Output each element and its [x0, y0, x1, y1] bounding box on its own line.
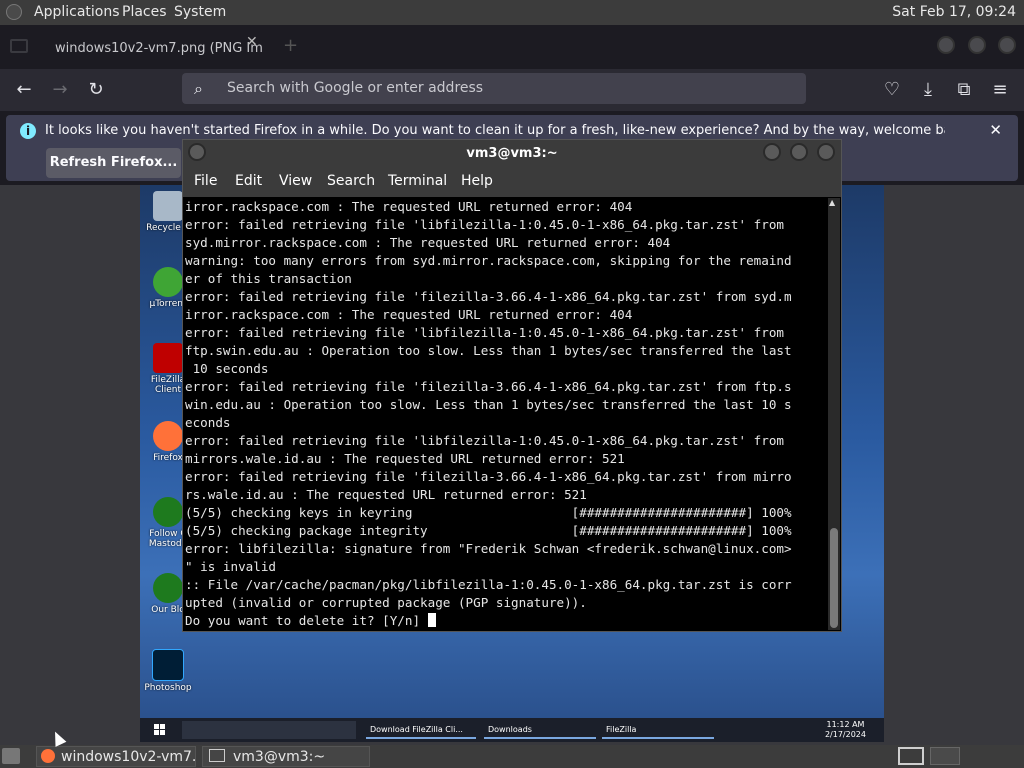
workspace-2[interactable] — [930, 747, 960, 765]
tab-image[interactable]: windows10v2-vm7.png (PNG Im — [45, 35, 263, 63]
terminal-line: " is invalid — [185, 559, 276, 574]
close-window-button[interactable] — [998, 36, 1016, 54]
windows-taskbar: Download FileZilla Cli... Downloads File… — [140, 718, 884, 742]
menu-view[interactable]: View — [279, 173, 312, 189]
app-menu-icon[interactable]: ≡ — [989, 79, 1011, 100]
terminal-line: error: failed retrieving file 'libfilezi… — [185, 325, 784, 340]
recycle-bin-icon — [153, 191, 183, 221]
windows-clock[interactable]: 11:12 AM 2/17/2024 — [825, 720, 866, 740]
terminal-line: upted (invalid or corrupted package (PGP… — [185, 595, 587, 610]
notification-close-icon[interactable]: ✕ — [989, 121, 1002, 139]
firefox-icon — [41, 749, 55, 763]
maximize-window-button[interactable] — [968, 36, 986, 54]
firefox-tabbar: windows10v2-vm7.png (PNG Im ✕ + — [0, 25, 1024, 69]
terminal-line: irror.rackspace.com : The requested URL … — [185, 199, 633, 214]
panel-clock[interactable]: Sat Feb 17, 09:24 — [892, 4, 1016, 20]
terminal-line: 10 seconds — [185, 361, 269, 376]
terminal-icon — [209, 749, 225, 762]
terminal-line: syd.mirror.rackspace.com : The requested… — [185, 235, 671, 250]
firefox-icon — [153, 421, 183, 451]
distro-logo-icon[interactable] — [6, 4, 22, 20]
url-placeholder: Search with Google or enter address — [227, 80, 484, 96]
terminal-line: ftp.swin.edu.au : Operation too slow. Le… — [185, 343, 792, 358]
terminal-line: econds — [185, 415, 231, 430]
windows-search-box[interactable] — [182, 721, 356, 739]
terminal-output[interactable]: irror.rackspace.com : The requested URL … — [185, 198, 826, 630]
terminal-scrollbar[interactable]: ▲ — [828, 198, 840, 630]
bottom-task-firefox[interactable]: windows10v2-vm7... — [36, 746, 196, 767]
minimize-window-button[interactable] — [937, 36, 955, 54]
sidebar-toggle-icon[interactable] — [10, 39, 28, 53]
scrollbar-thumb[interactable] — [830, 528, 838, 628]
desktop-icon-photoshop[interactable]: Photoshop — [142, 649, 194, 693]
downloads-icon[interactable]: ⤓ — [917, 79, 939, 100]
maximize-icon[interactable] — [790, 143, 808, 161]
top-panel: Applications Places System Sat Feb 17, 0… — [0, 0, 1024, 25]
terminal-line: irror.rackspace.com : The requested URL … — [185, 307, 633, 322]
filezilla-icon — [153, 343, 183, 373]
terminal-line: warning: too many errors from syd.mirror… — [185, 253, 792, 268]
terminal-line: win.edu.au : Operation too slow. Less th… — [185, 397, 792, 412]
bottom-panel: windows10v2-vm7... vm3@vm3:~ — [0, 745, 1024, 768]
firefox-navbar: ← → ↻ ⌕ Search with Google or enter addr… — [0, 69, 1024, 111]
terminal-line: mirrors.wale.id.au : The requested URL r… — [185, 451, 625, 466]
terminal-line: error: failed retrieving file 'libfilezi… — [185, 217, 784, 232]
scroll-up-icon[interactable]: ▲ — [829, 198, 835, 207]
bottom-task-terminal[interactable]: vm3@vm3:~ — [202, 746, 370, 767]
globe-icon — [153, 497, 183, 527]
terminal-line: rs.wale.id.au : The requested URL return… — [185, 487, 587, 502]
url-bar[interactable]: ⌕ Search with Google or enter address — [182, 73, 806, 104]
taskbar-item-filezilla[interactable]: FileZilla — [602, 721, 714, 739]
pocket-icon[interactable]: ♡ — [881, 79, 903, 100]
refresh-firefox-button[interactable]: Refresh Firefox... — [46, 148, 181, 178]
terminal-menubar: File Edit View Search Terminal Help — [183, 167, 841, 197]
terminal-line: (5/5) checking keys in keyring [########… — [185, 505, 792, 520]
minimize-icon[interactable] — [763, 143, 781, 161]
photoshop-icon — [152, 649, 184, 681]
menu-file[interactable]: File — [194, 173, 217, 189]
utorrent-icon — [153, 267, 183, 297]
workspace-1[interactable] — [898, 747, 924, 765]
extensions-icon[interactable]: ⧉ — [953, 79, 975, 100]
tab-close-icon[interactable]: ✕ — [246, 34, 258, 50]
terminal-line: error: failed retrieving file 'libfilezi… — [185, 433, 784, 448]
globe-icon — [153, 573, 183, 603]
terminal-cursor — [427, 613, 436, 627]
terminal-line: error: failed retrieving file 'filezilla… — [185, 289, 792, 304]
windows-start-icon[interactable] — [154, 724, 165, 735]
reload-icon[interactable]: ↻ — [85, 79, 107, 100]
menu-search[interactable]: Search — [327, 173, 375, 189]
terminal-titlebar[interactable]: vm3@vm3:~ — [183, 140, 841, 167]
terminal-line: error: failed retrieving file 'filezilla… — [185, 379, 792, 394]
window-menu-icon[interactable] — [188, 143, 206, 161]
places-menu[interactable]: Places — [122, 4, 167, 20]
terminal-line: er of this transaction — [185, 271, 352, 286]
terminal-line: Do you want to delete it? [Y/n] — [185, 612, 826, 630]
menu-terminal[interactable]: Terminal — [388, 173, 447, 189]
show-desktop-icon[interactable] — [2, 748, 20, 764]
menu-edit[interactable]: Edit — [235, 173, 262, 189]
search-icon: ⌕ — [194, 79, 203, 98]
new-tab-icon[interactable]: + — [283, 35, 298, 56]
terminal-line: :: File /var/cache/pacman/pkg/libfilezil… — [185, 577, 792, 592]
terminal-window: vm3@vm3:~ File Edit View Search Terminal… — [182, 139, 842, 632]
forward-icon[interactable]: → — [49, 79, 71, 100]
menu-help[interactable]: Help — [461, 173, 493, 189]
system-menu[interactable]: System — [174, 4, 226, 20]
back-icon[interactable]: ← — [13, 79, 35, 100]
taskbar-item-firefox[interactable]: Download FileZilla Cli... — [366, 721, 476, 739]
terminal-line: error: libfilezilla: signature from "Fre… — [185, 541, 792, 556]
terminal-line: (5/5) checking package integrity [######… — [185, 523, 792, 538]
info-icon: i — [20, 123, 36, 139]
terminal-title: vm3@vm3:~ — [466, 146, 558, 161]
close-icon[interactable] — [817, 143, 835, 161]
notification-message: It looks like you haven't started Firefo… — [45, 123, 945, 138]
terminal-line: error: failed retrieving file 'filezilla… — [185, 469, 792, 484]
taskbar-item-downloads[interactable]: Downloads — [484, 721, 596, 739]
applications-menu[interactable]: Applications — [34, 4, 120, 20]
